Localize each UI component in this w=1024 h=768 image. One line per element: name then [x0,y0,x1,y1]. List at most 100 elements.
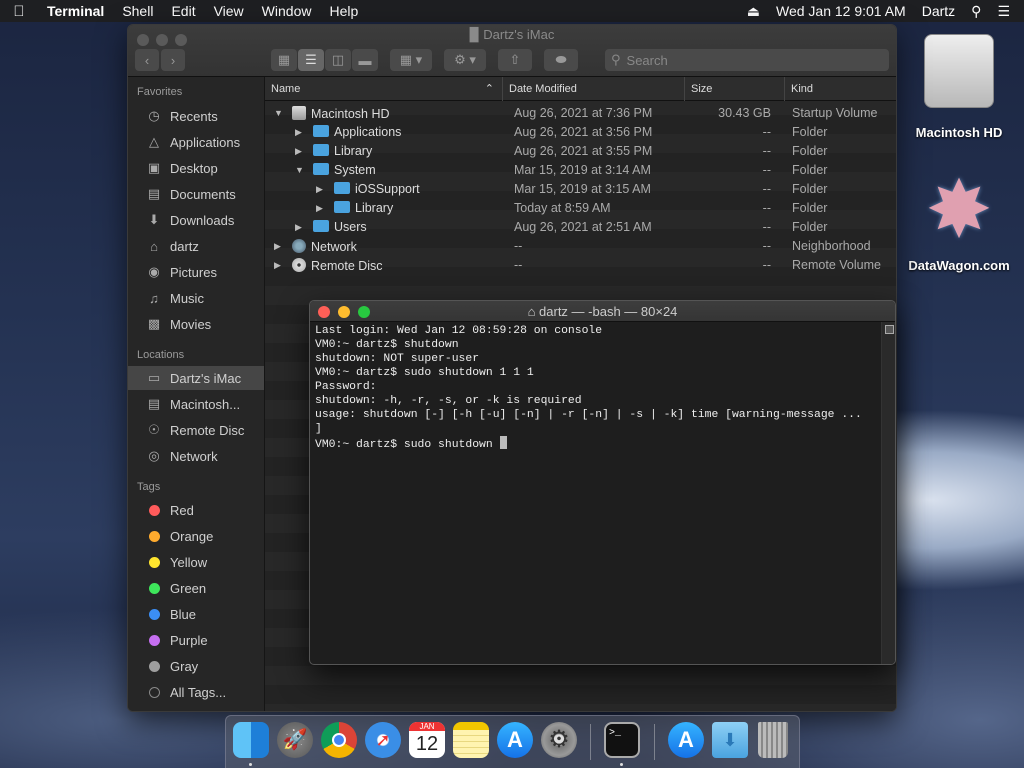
camera-icon: ◉ [148,264,160,279]
trash-icon[interactable] [758,722,788,758]
app-store-download-icon[interactable]: A [668,722,704,758]
applications-icon: △ [149,134,159,149]
downloads-folder-icon[interactable]: ⬇ [712,722,748,758]
green-tag-dot [149,582,160,594]
sidebar-all-tags[interactable]: All Tags... [128,680,264,704]
table-row[interactable]: ▶ Library Aug 26, 2021 at 3:55 PM -- Fol… [265,142,896,161]
sidebar-item-movies[interactable]: ▩ Movies [128,312,264,336]
folder-icon [313,220,329,232]
sidebar-tag-blue[interactable]: Blue [128,602,264,626]
table-row[interactable]: ▶ iOSSupport Mar 15, 2019 at 3:15 AM -- … [265,180,896,199]
menu-edit[interactable]: Edit [162,3,204,19]
sidebar-item-applications[interactable]: △ Applications [128,130,264,154]
disclosure-expanded-icon[interactable]: ▼ [295,165,304,175]
column-date-modified[interactable]: Date Modified [503,77,685,101]
sidebar-item-documents[interactable]: ▤ Documents [128,182,264,206]
spotlight-icon[interactable]: ⚲ [963,3,989,20]
disclosure-collapsed-icon[interactable]: ▶ [316,203,323,214]
finder-toolbar: ▉ Dartz's iMac ‹ › ▦ ☰ ◫ ▬ ▦ ▾ ⚙ ▾ ⇧ ⬬ ⚲ [128,25,896,77]
sidebar-item-music[interactable]: ♫ Music [128,286,264,310]
column-kind[interactable]: Kind [785,77,896,101]
menu-app-name[interactable]: Terminal [38,3,113,19]
minimize-button[interactable] [338,306,350,318]
finder-icon[interactable] [233,722,269,758]
sidebar-tag-green[interactable]: Green [128,576,264,600]
terminal-output[interactable]: Last login: Wed Jan 12 08:59:28 on conso… [315,324,880,452]
favorites-header: Favorites [137,86,183,98]
table-row[interactable]: ▶ Remote Disc -- -- Remote Volume [265,256,896,275]
table-row[interactable]: ▶ Users Aug 26, 2021 at 2:51 AM -- Folde… [265,218,896,237]
menu-user[interactable]: Dartz [914,3,963,19]
search-input[interactable] [626,52,867,68]
disclosure-collapsed-icon[interactable]: ▶ [274,260,281,271]
blue-tag-dot [149,608,160,620]
menu-window[interactable]: Window [253,3,321,19]
back-button[interactable]: ‹ [135,49,159,71]
column-size[interactable]: Size [685,77,785,101]
sidebar-item-pictures[interactable]: ◉ Pictures [128,260,264,284]
desktop-icon-macintosh-hd[interactable]: Macintosh HD [908,34,1010,140]
table-row[interactable]: ▼ System Mar 15, 2019 at 3:14 AM -- Fold… [265,161,896,180]
locations-header: Locations [137,349,185,361]
desktop-icon-datawagon[interactable]: ✸ DataWagon.com [900,168,1018,274]
forward-button[interactable]: › [161,49,185,71]
sort-chevron-icon: ⌃ [484,83,494,95]
sidebar-item-desktop[interactable]: ▣ Desktop [128,156,264,180]
sidebar-tag-orange[interactable]: Orange [128,524,264,548]
text-cursor [499,436,507,449]
action-gear-button[interactable]: ⚙ ▾ [444,49,486,71]
gallery-view-button[interactable]: ▬ [352,49,378,71]
notification-center-icon[interactable]: ☰ [989,3,1024,20]
sidebar-tag-yellow[interactable]: Yellow [128,550,264,574]
menu-clock[interactable]: Wed Jan 12 9:01 AM [768,3,914,19]
tags-header: Tags [137,481,161,493]
menu-shell[interactable]: Shell [113,3,162,19]
column-name[interactable]: Name ⌃ [265,77,503,101]
disclosure-collapsed-icon[interactable]: ▶ [295,127,302,138]
disclosure-collapsed-icon[interactable]: ▶ [274,241,281,252]
menu-view[interactable]: View [205,3,253,19]
table-row[interactable]: ▶ Network -- -- Neighborhood [265,237,896,256]
apple-menu-icon[interactable]:  [0,3,38,20]
list-view-button[interactable]: ☰ [298,49,324,71]
sidebar-item-macintosh-hd[interactable]: ▤ Macintosh... [128,392,264,416]
sidebar-item-downloads[interactable]: ⬇ Downloads [128,208,264,232]
table-row[interactable]: ▶ Applications Aug 26, 2021 at 3:56 PM -… [265,123,896,142]
table-row[interactable]: ▼ Macintosh HD Aug 26, 2021 at 7:36 PM 3… [265,104,896,123]
group-button[interactable]: ▦ ▾ [390,49,432,71]
disclosure-collapsed-icon[interactable]: ▶ [295,222,302,233]
zoom-button[interactable] [358,306,370,318]
column-header: Name ⌃ Date Modified Size Kind [265,77,896,101]
disclosure-collapsed-icon[interactable]: ▶ [316,184,323,195]
notes-icon[interactable] [453,722,489,758]
eject-icon[interactable]: ⏏ [739,3,768,20]
share-button[interactable]: ⇧ [498,49,532,71]
orange-tag-dot [149,530,160,542]
terminal-scrollbar[interactable] [881,322,895,664]
sidebar-item-imac[interactable]: ▭ Dartz's iMac [128,366,264,390]
sidebar-item-remote-disc[interactable]: ☉ Remote Disc [128,418,264,442]
sidebar-item-home[interactable]: ⌂ dartz [128,234,264,258]
app-store-icon[interactable]: A [497,722,533,758]
terminal-line: VM0:~ dartz$ shutdown [315,339,459,351]
chrome-icon[interactable] [321,722,357,758]
tag-button[interactable]: ⬬ [544,49,578,71]
sidebar-tag-gray[interactable]: Gray [128,654,264,678]
disclosure-expanded-icon[interactable]: ▼ [274,108,283,118]
disclosure-collapsed-icon[interactable]: ▶ [295,146,302,157]
icon-view-button[interactable]: ▦ [271,49,297,71]
table-row[interactable]: ▶ Library Today at 8:59 AM -- Folder [265,199,896,218]
column-view-button[interactable]: ◫ [325,49,351,71]
terminal-icon[interactable]: >_ [604,722,640,758]
menu-help[interactable]: Help [320,3,367,19]
close-button[interactable] [318,306,330,318]
calendar-icon[interactable]: JAN 12 [409,722,445,758]
sidebar-tag-purple[interactable]: Purple [128,628,264,652]
launchpad-icon[interactable]: 🚀 [277,722,313,758]
search-field[interactable]: ⚲ [605,49,889,71]
sidebar-item-network[interactable]: ◎ Network [128,444,264,468]
safari-icon[interactable]: ➚ [365,722,401,758]
sidebar-tag-red[interactable]: Red [128,498,264,522]
system-preferences-icon[interactable]: ⚙ [541,722,577,758]
sidebar-item-recents[interactable]: ◷ Recents [128,104,264,128]
